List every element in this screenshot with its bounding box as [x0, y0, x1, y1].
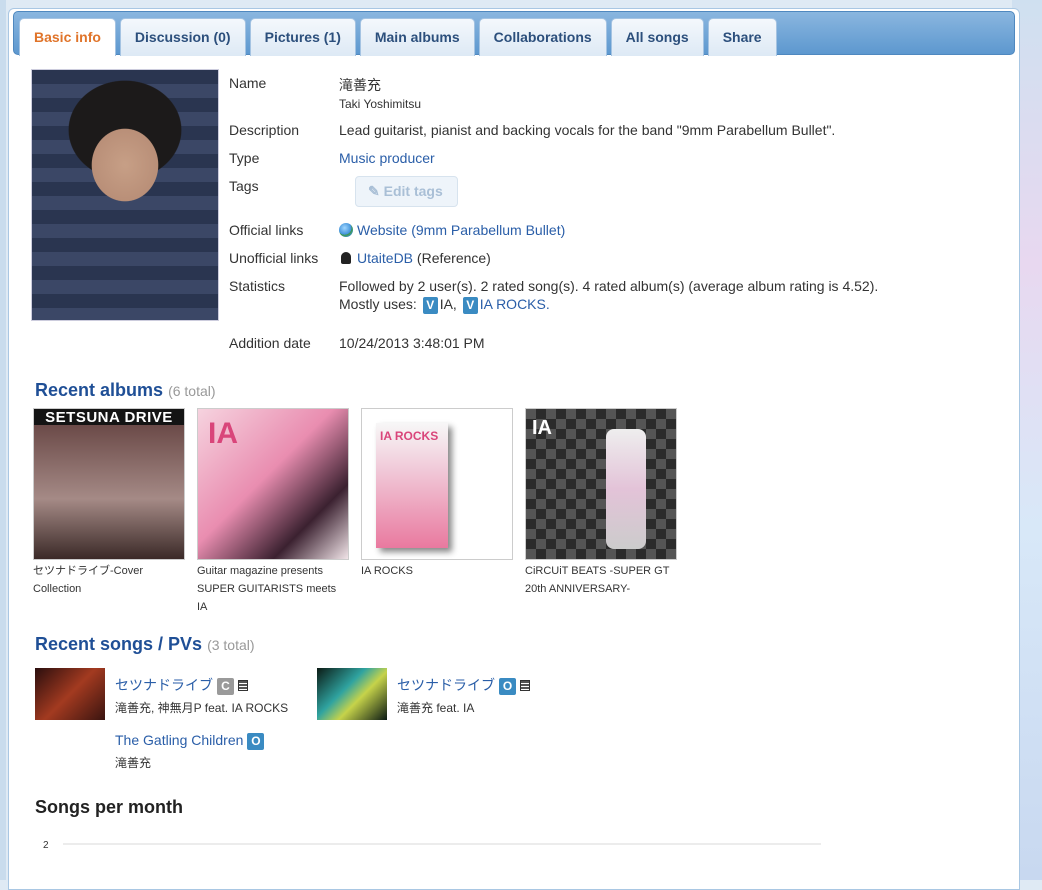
album-title[interactable]: IA ROCKS [361, 562, 511, 580]
recent-albums-count: (6 total) [168, 383, 216, 399]
tab-pictures[interactable]: Pictures (1) [249, 18, 356, 56]
album-cover[interactable]: IA [197, 408, 349, 560]
recent-songs-heading: Recent songs / PVs (3 total) [35, 634, 255, 655]
type-label: Type [229, 150, 260, 166]
addition-date-label: Addition date [229, 335, 311, 351]
unofficial-link-note: (Reference) [416, 250, 491, 266]
album-cover-text: IA ROCKS [380, 429, 439, 443]
song-title[interactable]: The Gatling Children [115, 732, 243, 748]
album-cover[interactable]: SETSUNA DRIVE [33, 408, 185, 560]
album-title[interactable]: セツナドライブ-Cover Collection [33, 562, 183, 598]
song-title-line: セツナドライブ C [115, 675, 288, 695]
song-title[interactable]: セツナドライブ [115, 677, 213, 693]
voicebank-badge: V [422, 297, 438, 314]
recent-songs-title[interactable]: Recent songs / PVs [35, 634, 202, 654]
tab-bar: Basic info Discussion (0) Pictures (1) M… [13, 11, 1015, 56]
album-card[interactable]: IA CiRCUiT BEATS -SUPER GT 20th ANNIVERS… [525, 408, 677, 598]
song-artist: 滝善充 [115, 756, 152, 770]
tags-label: Tags [229, 178, 259, 194]
artist-panel: Basic info Discussion (0) Pictures (1) M… [8, 8, 1020, 890]
microphone-icon [341, 252, 351, 264]
edit-tags-label: Edit tags [383, 183, 443, 199]
tab-basic-info[interactable]: Basic info [19, 18, 116, 56]
recent-songs-count: (3 total) [207, 637, 255, 653]
y-tick-label: 2 [43, 840, 49, 851]
calendar-icon [238, 680, 248, 691]
song-item: セツナドライブ C 滝善充, 神無月P feat. IA ROCKS [115, 675, 288, 716]
song-item: セツナドライブ O 滝善充 feat. IA [397, 675, 530, 716]
mostly-uses-ia[interactable]: IA, [440, 296, 457, 312]
name-value: 滝善充 Taki Yoshimitsu [339, 75, 421, 111]
song-title-line: セツナドライブ O [397, 675, 530, 695]
artist-photo[interactable] [31, 69, 219, 321]
official-links-label: Official links [229, 222, 304, 238]
song-title-line: The Gatling Children O [115, 732, 265, 750]
song-artist: 滝善充 feat. IA [397, 701, 475, 715]
mostly-uses: Mostly uses: V IA, V IA ROCKS. [339, 296, 550, 314]
album-title[interactable]: Guitar magazine presents SUPER GUITARIST… [197, 562, 347, 616]
official-links-value: Website (9mm Parabellum Bullet) [339, 222, 565, 238]
songs-per-month-title: Songs per month [35, 797, 183, 817]
page-background-left [0, 0, 6, 880]
utaitedb-link[interactable]: UtaiteDB [357, 250, 413, 266]
album-card[interactable]: IA ROCKS IA ROCKS [361, 408, 513, 580]
unofficial-links-value: UtaiteDB (Reference) [339, 250, 491, 266]
globe-icon [339, 223, 353, 237]
recent-albums-heading: Recent albums (6 total) [35, 380, 216, 401]
artist-name-romaji: Taki Yoshimitsu [339, 97, 422, 111]
tab-discussion[interactable]: Discussion (0) [119, 18, 246, 56]
description-value: Lead guitarist, pianist and backing voca… [339, 122, 836, 138]
album-title[interactable]: CiRCUiT BEATS -SUPER GT 20th ANNIVERSARY… [525, 562, 675, 598]
edit-tags-button[interactable]: ✎ Edit tags [355, 176, 458, 207]
unofficial-links-label: Unofficial links [229, 250, 319, 266]
tab-collaborations[interactable]: Collaborations [478, 18, 607, 56]
tab-all-songs[interactable]: All songs [610, 18, 704, 56]
song-thumbnail[interactable] [35, 668, 105, 720]
song-type-badge: O [499, 678, 516, 695]
recent-albums-title[interactable]: Recent albums [35, 380, 163, 400]
album-cover-text: IA [208, 417, 238, 450]
album-cover-text: SETSUNA DRIVE [45, 409, 173, 426]
song-thumbnail[interactable] [317, 668, 387, 720]
album-cover[interactable]: IA [525, 408, 677, 560]
tab-main-albums[interactable]: Main albums [359, 18, 475, 56]
tags-value: ✎ Edit tags [339, 176, 458, 207]
calendar-icon [520, 680, 530, 691]
song-item: The Gatling Children O 滝善充 [115, 732, 265, 771]
mostly-uses-ia-rocks[interactable]: IA ROCKS. [480, 296, 550, 312]
album-cover[interactable]: IA ROCKS [361, 408, 513, 560]
song-type-badge: O [247, 733, 265, 750]
song-title[interactable]: セツナドライブ [397, 677, 495, 693]
tabs: Basic info Discussion (0) Pictures (1) M… [19, 18, 777, 56]
tag-icon: ✎ [368, 183, 384, 199]
voicebank-badge: V [462, 297, 478, 314]
album-card[interactable]: SETSUNA DRIVE セツナドライブ-Cover Collection [33, 408, 185, 598]
official-website-link[interactable]: Website (9mm Parabellum Bullet) [357, 222, 565, 238]
song-type-badge: C [217, 678, 234, 695]
tab-share[interactable]: Share [707, 18, 777, 56]
artist-name: 滝善充 [339, 77, 381, 93]
album-cover-text: IA [532, 417, 552, 439]
name-label: Name [229, 75, 267, 91]
statistics-text: Followed by 2 user(s). 2 rated song(s). … [339, 278, 879, 294]
mostly-uses-label: Mostly uses: [339, 296, 417, 312]
song-artist: 滝善充, 神無月P feat. IA ROCKS [115, 701, 289, 715]
statistics-value: Followed by 2 user(s). 2 rated song(s). … [339, 278, 878, 314]
addition-date-value: 10/24/2013 3:48:01 PM [339, 335, 485, 351]
statistics-label: Statistics [229, 278, 286, 294]
album-card[interactable]: IA Guitar magazine presents SUPER GUITAR… [197, 408, 349, 616]
type-link[interactable]: Music producer [339, 150, 435, 166]
description-label: Description [229, 122, 300, 138]
